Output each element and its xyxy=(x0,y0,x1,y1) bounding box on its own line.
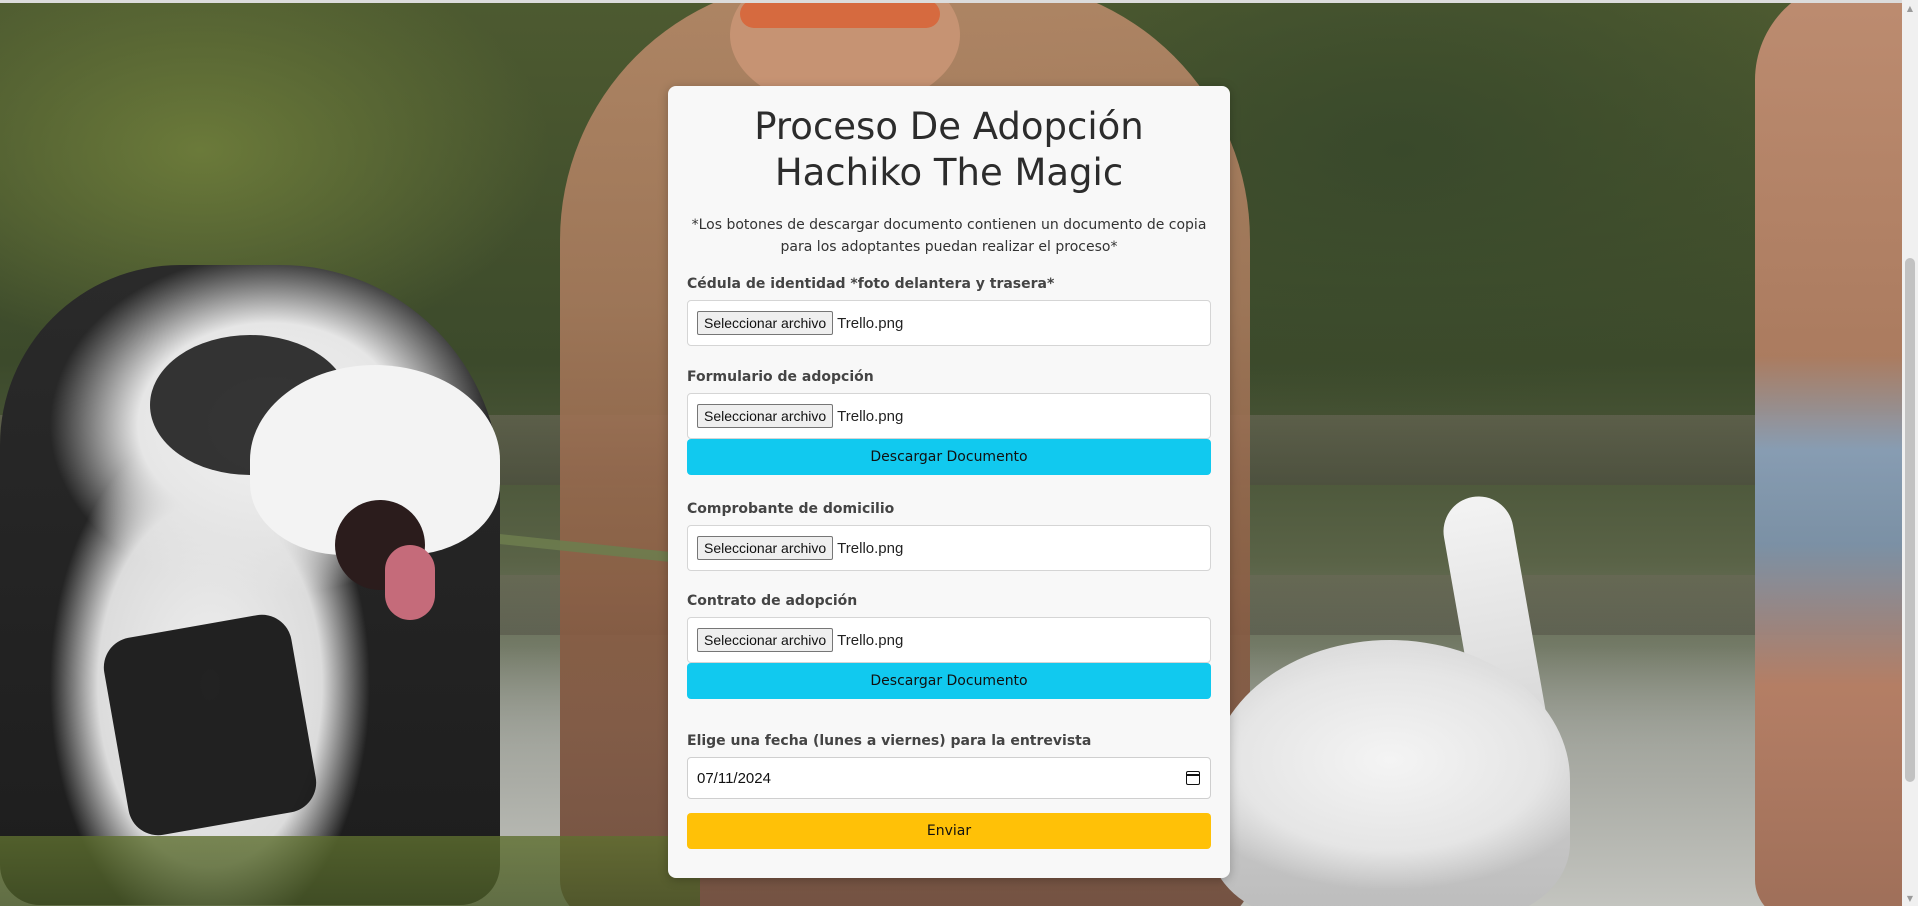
page-scrollbar[interactable]: ▲ ▼ xyxy=(1902,0,1918,906)
adoption-form-file-input[interactable]: Seleccionar archivo Trello.png xyxy=(687,393,1211,439)
adoption-form-label: Formulario de adopción xyxy=(687,369,874,385)
proof-of-address-file-input[interactable]: Seleccionar archivo Trello.png xyxy=(687,525,1211,571)
adoption-contract-label: Contrato de adopción xyxy=(687,593,858,609)
download-contract-button[interactable]: Descargar Documento xyxy=(687,663,1211,699)
calendar-icon[interactable] xyxy=(1186,771,1200,785)
proof-of-address-label: Comprobante de domicilio xyxy=(687,501,895,517)
select-file-button[interactable]: Seleccionar archivo xyxy=(697,311,834,335)
interview-date-label: Elige una fecha (lunes a viernes) para l… xyxy=(687,733,1092,749)
scroll-up-arrow-icon[interactable]: ▲ xyxy=(1902,0,1918,16)
top-border xyxy=(0,0,1904,3)
date-value: 07/11/2024 xyxy=(697,769,771,787)
selected-file-name: Trello.png xyxy=(837,631,904,649)
scroll-thumb[interactable] xyxy=(1905,258,1915,782)
interview-date-input[interactable]: 07/11/2024 xyxy=(687,757,1211,799)
id-card-file-input[interactable]: Seleccionar archivo Trello.png xyxy=(687,300,1211,346)
select-file-button[interactable]: Seleccionar archivo xyxy=(697,536,834,560)
selected-file-name: Trello.png xyxy=(837,539,904,557)
submit-button[interactable]: Enviar xyxy=(687,813,1211,849)
page-title: Proceso De Adopción Hachiko The Magic xyxy=(754,105,1144,194)
selected-file-name: Trello.png xyxy=(837,314,904,332)
selected-file-name: Trello.png xyxy=(837,407,904,425)
select-file-button[interactable]: Seleccionar archivo xyxy=(697,628,834,652)
adoption-contract-file-input[interactable]: Seleccionar archivo Trello.png xyxy=(687,617,1211,663)
id-card-label: Cédula de identidad *foto delantera y tr… xyxy=(687,276,1055,292)
adoption-form-card: Proceso De Adopción Hachiko The Magic *L… xyxy=(668,86,1230,878)
download-adoption-form-button[interactable]: Descargar Documento xyxy=(687,439,1211,475)
download-note: *Los botones de descargar documento cont… xyxy=(691,217,1207,255)
scroll-down-arrow-icon[interactable]: ▼ xyxy=(1902,890,1918,906)
select-file-button[interactable]: Seleccionar archivo xyxy=(697,404,834,428)
